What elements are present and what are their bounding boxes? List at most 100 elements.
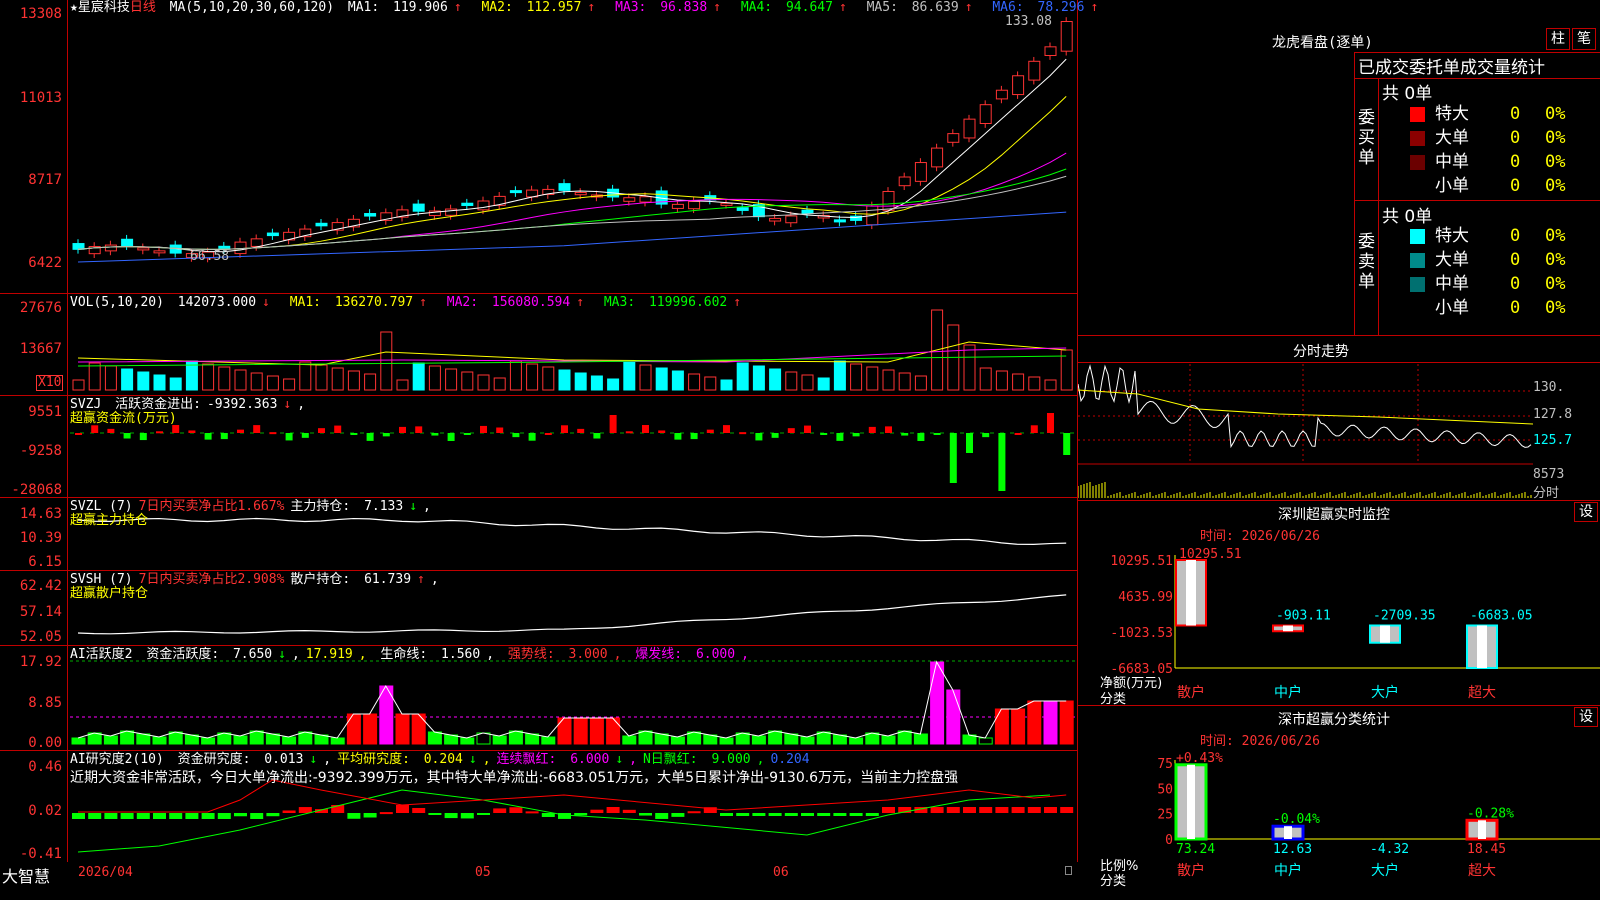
svsh-line [77, 594, 1067, 635]
svzj-bar [593, 433, 601, 439]
volume-bar [509, 360, 522, 391]
legend-swatch [1410, 253, 1425, 268]
vol-header: VOL(5,10,20) 142073.000 ↓ MA1: 136270.797… [70, 295, 753, 311]
svzj-bar [204, 433, 212, 440]
ai-research-bar [282, 810, 296, 813]
svzj-bar [1063, 433, 1071, 455]
tick-mode-button[interactable]: 笔 [1572, 28, 1596, 50]
intraday-label-2: 127.8 [1533, 407, 1573, 422]
ai-research-bar [444, 813, 458, 819]
ai2-bar [1059, 700, 1074, 745]
ai-research-bar [622, 809, 636, 813]
classify-settings-button[interactable]: 设 [1574, 707, 1598, 727]
candle-body [104, 244, 117, 252]
vol-axis-label: 27676 [19, 300, 62, 316]
ai2-bar [670, 736, 685, 745]
volume-bar [428, 365, 441, 391]
ai2-bar [622, 735, 637, 745]
monitor-ytick: -1023.53 [1110, 626, 1173, 641]
ai-research-bar [979, 807, 993, 813]
ma5-value: MA5: 86.639 ↑ [866, 0, 973, 15]
row-label: 大单 [1435, 250, 1469, 270]
volume-bar [299, 361, 312, 391]
price-axis-label: 6422 [28, 255, 62, 271]
candle-body [736, 207, 749, 211]
buy-total: 共 0单 [1382, 84, 1433, 104]
row-label: 小单 [1435, 298, 1469, 318]
ai-research-bar [784, 813, 798, 816]
svzj-bar [75, 433, 82, 435]
ai-research-bar [217, 813, 231, 819]
kline-svg[interactable] [0, 0, 1078, 882]
ai2-bar [168, 731, 183, 745]
buy-row: 小单 0 0% [1410, 174, 1600, 198]
ai2-bar [994, 708, 1009, 745]
ai2-bar [492, 735, 507, 745]
period-label[interactable]: 日线 [130, 0, 156, 15]
svzj-bar [609, 415, 617, 433]
ai-research-bar [817, 813, 831, 816]
candle-body [720, 202, 733, 206]
monitor-settings-button[interactable]: 设 [1574, 502, 1598, 522]
volume-bar [736, 362, 749, 391]
sell-row: 特大 0 0% [1410, 224, 1600, 248]
intraday-chart[interactable] [1078, 364, 1600, 499]
monitor-ytick: 10295.51 [1110, 554, 1173, 569]
lhb-tabs[interactable]: 已成交委托单成交量统计 [1358, 53, 1545, 78]
svzj-bar [658, 430, 666, 433]
intraday-avg-line [1078, 389, 1534, 425]
ai2-bar [411, 713, 426, 745]
classify-value-label: 12.63 [1273, 842, 1312, 857]
buy-row: 中单 0 0% [1410, 150, 1600, 174]
lock-icon[interactable] [1065, 866, 1072, 875]
bar-mode-button[interactable]: 柱 [1546, 28, 1570, 50]
monitor-category-label: 大户 [1371, 684, 1399, 701]
ai-research-bar [477, 813, 490, 815]
svzj-axis-label: 9551 [28, 404, 62, 420]
svzj-axis-label: -9258 [19, 443, 62, 459]
candle-body [137, 247, 150, 251]
svzj-bar [852, 433, 860, 437]
monitor-title: 深圳超赢实时监控 [1278, 507, 1390, 523]
buy-side-label: 委买单 [1358, 108, 1375, 168]
ai2-bar [330, 737, 345, 745]
monitor-bar [1272, 624, 1304, 633]
ai2-header: AI活跃度2 资金活跃度: 7.650 ↓, 17.919, 生命线: 1.560,… [70, 647, 749, 662]
classify-bar [1465, 818, 1499, 841]
ai2-bar [298, 731, 313, 745]
ma2-value: MA2: 112.957 ↑ [481, 0, 596, 15]
stock-name: ★星宸科技 [70, 0, 130, 15]
intraday-label-5: 分时 [1533, 486, 1560, 501]
volume-bar [817, 377, 830, 391]
candle-body [995, 89, 1008, 100]
ai2-bar [71, 737, 86, 745]
ai-research-bar [266, 813, 280, 817]
svzj-bar [1014, 432, 1022, 435]
svzj-bar [139, 433, 147, 441]
ai2-bar [265, 733, 280, 745]
ai2-bar [849, 737, 864, 745]
ai2-bar [913, 733, 928, 745]
ai-research-bar [136, 813, 150, 819]
svzj-bar [318, 428, 325, 433]
lhb-title: 龙虎看盘(逐单) [1272, 35, 1373, 51]
candle-body [461, 202, 474, 206]
ai2-bar [816, 731, 831, 745]
classify-top-label: +0.43% [1176, 751, 1223, 766]
svzj-bar [382, 433, 390, 437]
ai2-bar [233, 735, 248, 745]
volume-bar [882, 369, 895, 391]
volume-bar [963, 344, 976, 391]
svzj-bar [463, 433, 471, 435]
volume-bar [639, 364, 652, 391]
volume-bar [704, 376, 717, 391]
svsh-axis-label: 52.05 [19, 629, 62, 645]
volume-bar [655, 367, 668, 391]
ai2-bar [606, 717, 621, 745]
row-label: 中单 [1435, 152, 1469, 172]
volume-bar [801, 374, 814, 391]
volume-bar [169, 377, 182, 391]
ai-research-bar [493, 808, 507, 813]
svzj-bar [690, 433, 698, 440]
row-count: 0 [1510, 250, 1521, 270]
